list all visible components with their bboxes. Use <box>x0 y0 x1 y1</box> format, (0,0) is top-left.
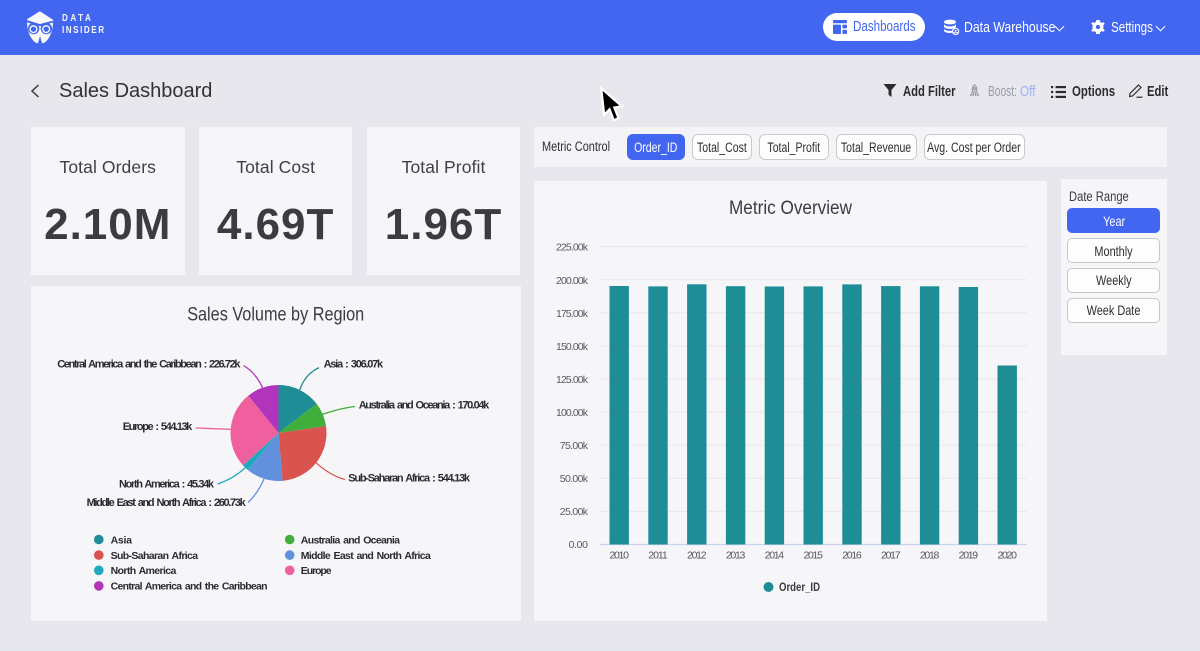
svg-text:North America : 45.34k: North America : 45.34k <box>119 478 215 490</box>
svg-text:2013: 2013 <box>726 550 746 562</box>
svg-text:0.00: 0.00 <box>569 539 589 551</box>
svg-text:25.00k: 25.00k <box>560 506 589 518</box>
svg-text:225.00k: 225.00k <box>556 242 589 254</box>
svg-text:75.00k: 75.00k <box>560 440 589 452</box>
svg-text:Asia: Asia <box>111 534 133 546</box>
svg-text:Middle East and North Africa :: Middle East and North Africa : 260.73k <box>87 497 247 509</box>
svg-text:Australia and Oceania: Australia and Oceania <box>301 534 400 546</box>
svg-text:125.00k: 125.00k <box>556 374 589 386</box>
svg-text:Asia : 306.07k: Asia : 306.07k <box>324 359 384 371</box>
svg-text:North America: North America <box>111 565 177 577</box>
svg-text:100.00k: 100.00k <box>556 407 589 419</box>
svg-text:Order_ID: Order_ID <box>779 582 820 594</box>
svg-text:Europe: Europe <box>301 565 332 577</box>
svg-text:50.00k: 50.00k <box>560 473 589 485</box>
svg-text:175.00k: 175.00k <box>556 308 589 320</box>
svg-text:2017: 2017 <box>881 550 901 562</box>
svg-text:2015: 2015 <box>803 550 823 562</box>
svg-text:2019: 2019 <box>959 550 979 562</box>
svg-text:2010: 2010 <box>609 550 629 562</box>
svg-text:Metric Overview: Metric Overview <box>729 198 852 219</box>
svg-text:Australia and Oceania : 170.04: Australia and Oceania : 170.04k <box>359 399 490 411</box>
svg-text:2016: 2016 <box>842 550 862 562</box>
svg-text:Central America and the Caribb: Central America and the Caribbean <box>111 581 268 593</box>
svg-text:Sales Volume by Region: Sales Volume by Region <box>187 305 364 326</box>
svg-text:Sub-Saharan Africa: Sub-Saharan Africa <box>111 550 199 562</box>
svg-text:2018: 2018 <box>920 550 940 562</box>
svg-text:2014: 2014 <box>765 550 785 562</box>
svg-text:Central America and the Caribb: Central America and the Caribbean : 226.… <box>57 359 241 371</box>
svg-text:2011: 2011 <box>648 550 668 562</box>
svg-text:200.00k: 200.00k <box>556 275 589 287</box>
svg-text:Europe : 544.13k: Europe : 544.13k <box>123 421 193 433</box>
svg-text:Sub-Saharan Africa : 544.13k: Sub-Saharan Africa : 544.13k <box>348 473 471 485</box>
svg-text:2012: 2012 <box>687 550 707 562</box>
svg-text:2020: 2020 <box>997 550 1017 562</box>
svg-text:150.00k: 150.00k <box>556 341 589 353</box>
svg-text:Middle East and North Africa: Middle East and North Africa <box>301 550 431 562</box>
